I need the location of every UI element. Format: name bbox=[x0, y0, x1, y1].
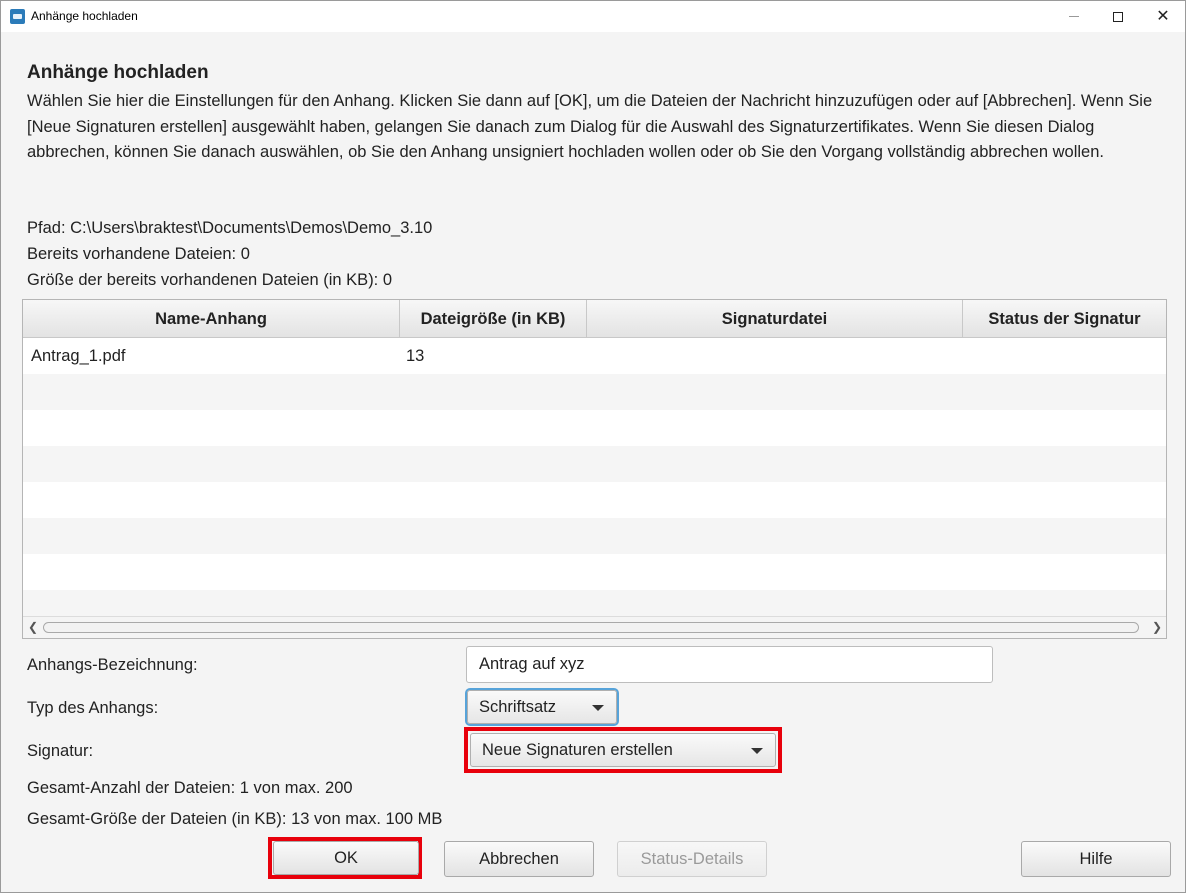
column-header-signature-status[interactable]: Status der Signatur bbox=[963, 300, 1166, 338]
cell-size: 13 bbox=[406, 346, 425, 365]
bezeichnung-label: Anhangs-Bezeichnung: bbox=[27, 656, 198, 674]
scroll-right-icon[interactable]: ❯ bbox=[1152, 620, 1162, 634]
title-bar: Anhänge hochladen ✕ bbox=[1, 1, 1185, 32]
existing-size-info: Größe der bereits vorhandenen Dateien (i… bbox=[27, 271, 393, 289]
signatur-label: Signatur: bbox=[27, 742, 94, 760]
cancel-button[interactable]: Abbrechen bbox=[444, 841, 594, 877]
window-title: Anhänge hochladen bbox=[31, 9, 138, 23]
table-row-empty bbox=[23, 446, 1166, 482]
column-header-size[interactable]: Dateigröße (in KB) bbox=[400, 300, 587, 338]
ok-button[interactable]: OK bbox=[273, 841, 419, 875]
horizontal-scrollbar[interactable]: ❮ ❯ bbox=[23, 616, 1166, 638]
maximize-icon bbox=[1113, 11, 1123, 22]
typ-label: Typ des Anhangs: bbox=[27, 699, 159, 717]
typ-select[interactable]: Schriftsatz bbox=[467, 690, 617, 724]
existing-files-info: Bereits vorhandene Dateien: 0 bbox=[27, 245, 250, 263]
status-details-button[interactable]: Status-Details bbox=[617, 841, 767, 877]
table-row-empty bbox=[23, 410, 1166, 446]
close-button[interactable]: ✕ bbox=[1140, 1, 1186, 32]
dialog-description: Wählen Sie hier die Einstellungen für de… bbox=[27, 92, 1153, 161]
help-button[interactable]: Hilfe bbox=[1021, 841, 1171, 877]
column-header-signature-file[interactable]: Signaturdatei bbox=[587, 300, 963, 338]
dialog-window: Anhänge hochladen ✕ Anhänge hochladen Wä… bbox=[0, 0, 1186, 893]
signatur-select-value: Neue Signaturen erstellen bbox=[482, 740, 673, 759]
table-row[interactable]: Antrag_1.pdf 13 bbox=[23, 338, 1166, 374]
chevron-down-icon bbox=[751, 748, 763, 754]
bezeichnung-input[interactable]: Antrag auf xyz bbox=[466, 646, 993, 683]
table-row-empty bbox=[23, 518, 1166, 554]
cell-name: Antrag_1.pdf bbox=[31, 346, 126, 365]
total-count-info: Gesamt-Anzahl der Dateien: 1 von max. 20… bbox=[27, 779, 353, 797]
close-icon: ✕ bbox=[1156, 7, 1170, 25]
total-size-info: Gesamt-Größe der Dateien (in KB): 13 von… bbox=[27, 810, 443, 828]
signatur-select[interactable]: Neue Signaturen erstellen bbox=[470, 733, 776, 767]
table-header: Name-Anhang Dateigröße (in KB) Signaturd… bbox=[23, 300, 1166, 338]
app-icon bbox=[10, 9, 25, 24]
attachments-table: Name-Anhang Dateigröße (in KB) Signaturd… bbox=[22, 299, 1167, 639]
table-row-empty bbox=[23, 554, 1166, 590]
dialog-heading: Anhänge hochladen bbox=[27, 62, 209, 83]
table-row-empty bbox=[23, 374, 1166, 410]
minimize-button[interactable] bbox=[1051, 1, 1097, 32]
scroll-left-icon[interactable]: ❮ bbox=[28, 620, 38, 634]
maximize-button[interactable] bbox=[1095, 1, 1141, 32]
minimize-icon bbox=[1069, 16, 1079, 17]
table-row-empty bbox=[23, 590, 1166, 616]
typ-select-value: Schriftsatz bbox=[479, 697, 557, 716]
path-info: Pfad: C:\Users\braktest\Documents\Demos\… bbox=[27, 219, 433, 237]
scrollbar-thumb[interactable] bbox=[43, 622, 1139, 633]
chevron-down-icon bbox=[592, 705, 604, 711]
column-header-name[interactable]: Name-Anhang bbox=[23, 300, 400, 338]
table-row-empty bbox=[23, 482, 1166, 518]
